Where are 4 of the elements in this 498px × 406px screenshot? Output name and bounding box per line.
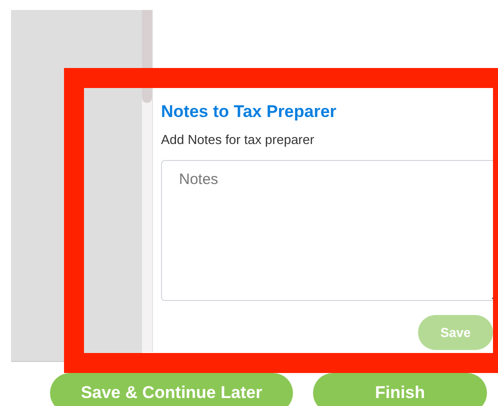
field-label: Add Notes for tax preparer bbox=[161, 132, 314, 148]
save-continue-button[interactable]: Save & Continue Later bbox=[50, 373, 293, 406]
finish-button[interactable]: Finish bbox=[313, 373, 487, 406]
panel-title: Notes to Tax Preparer bbox=[161, 102, 336, 122]
